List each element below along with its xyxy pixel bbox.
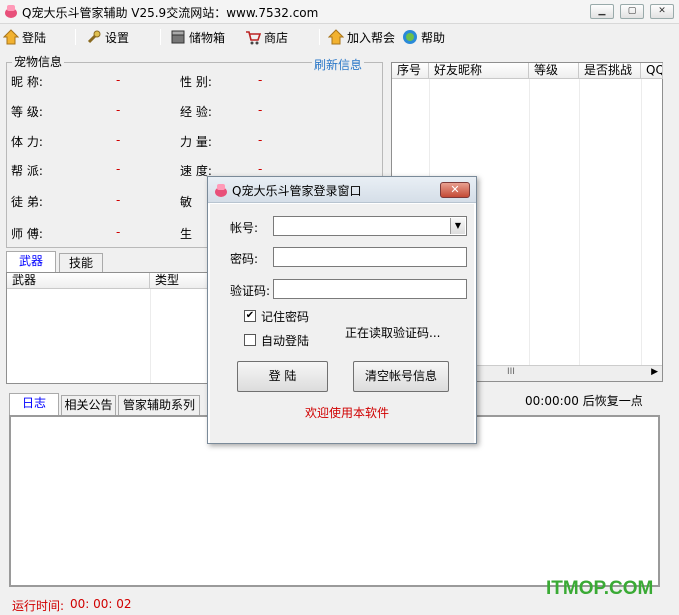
toolbar: 登陆 设置 储物箱 商店 加入帮会 帮助: [0, 24, 679, 50]
pet-nickname-label: 昵 称:: [11, 75, 43, 89]
maximize-button[interactable]: ▢: [620, 4, 644, 19]
pet-guild-label: 帮 派:: [11, 164, 43, 178]
help-icon: [403, 30, 417, 44]
account-combobox[interactable]: ▼: [273, 216, 467, 236]
scroll-right-arrow-icon[interactable]: ▶: [651, 367, 658, 377]
auto-login-checkbox[interactable]: [244, 334, 256, 346]
pet-exp-label: 经 验:: [180, 105, 212, 119]
login-dialog-titlebar: Q宠大乐斗管家登录窗口 ✕: [208, 177, 476, 203]
wrench-icon: [87, 30, 101, 44]
minimize-button[interactable]: ▁: [590, 4, 614, 19]
login-dialog-title: Q宠大乐斗管家登录窗口: [232, 184, 362, 198]
toolbar-help-button[interactable]: 帮助: [402, 27, 445, 47]
friends-grid-line: [579, 79, 580, 365]
tab-weapons[interactable]: 武器: [6, 251, 56, 273]
toolbar-join-guild-label: 加入帮会: [347, 30, 396, 45]
friends-col-level[interactable]: 等级: [529, 63, 579, 79]
pet-master-value: -: [116, 225, 121, 239]
friends-grid-line: [641, 79, 642, 365]
refresh-info-link[interactable]: 刷新信息: [312, 56, 365, 73]
login-button[interactable]: 登 陆: [237, 361, 328, 392]
friends-col-index[interactable]: 序号: [392, 63, 429, 79]
pet-info-title: 宠物信息: [12, 53, 65, 70]
pet-stamina-value: -: [116, 133, 121, 147]
toolbar-settings-button[interactable]: 设置: [86, 27, 129, 47]
password-field[interactable]: [273, 247, 467, 267]
auto-login-label[interactable]: 自动登陆: [261, 332, 309, 349]
pet-gender-label: 性 别:: [180, 75, 212, 89]
login-dialog: Q宠大乐斗管家登录窗口 ✕ 帐号: ▼ 密码: 验证码: ✔ 记住密码 自动登陆…: [207, 176, 477, 444]
account-label: 帐号:: [230, 221, 259, 235]
friends-grid-line: [529, 79, 530, 365]
toolbar-login-label: 登陆: [22, 30, 47, 45]
scroll-thumb-grip[interactable]: III: [507, 367, 515, 377]
clear-account-button[interactable]: 清空帐号信息: [353, 361, 449, 392]
pet-gender-value: -: [258, 73, 263, 87]
guild-icon: [328, 29, 344, 45]
pet-apprentice-label: 徒 弟:: [11, 195, 43, 209]
tab-log[interactable]: 日志: [9, 393, 59, 415]
captcha-loading-status: 正在读取验证码...: [345, 326, 441, 340]
window-title: Q宠大乐斗管家辅助 V25.9交流网站：www.7532.com: [22, 6, 319, 20]
friends-col-qq[interactable]: QQ: [641, 63, 663, 79]
close-window-button[interactable]: ✕: [650, 4, 674, 19]
toolbar-join-guild-button[interactable]: 加入帮会: [328, 27, 395, 47]
pet-level-value: -: [116, 103, 121, 117]
pet-speed-value: -: [258, 162, 263, 176]
runtime-label: 运行时间:: [12, 599, 65, 613]
title-bar: Q宠大乐斗管家辅助 V25.9交流网站：www.7532.com ▁ ▢ ✕: [0, 0, 679, 24]
app-logo-icon: [215, 184, 227, 197]
friends-col-nickname[interactable]: 好友昵称: [429, 63, 529, 79]
pet-agility-label: 敏: [180, 195, 193, 209]
toolbar-storage-label: 储物箱: [189, 30, 226, 45]
toolbar-separator: [319, 29, 320, 45]
restore-timer-text: 00:00:00 后恢复一点: [525, 394, 643, 408]
runtime-value: 00: 00: 02: [70, 597, 132, 611]
login-icon: [3, 29, 19, 45]
toolbar-settings-label: 设置: [105, 30, 130, 45]
password-label: 密码:: [230, 252, 259, 266]
pet-strength-label: 力 量:: [180, 135, 212, 149]
pet-apprentice-value: -: [116, 193, 121, 207]
login-dialog-close-button[interactable]: ✕: [440, 182, 470, 198]
weapons-grid-line: [150, 289, 151, 383]
toolbar-separator: [160, 29, 161, 45]
pet-level-label: 等 级:: [11, 105, 43, 119]
shop-icon: [246, 31, 261, 45]
weapons-col-weapon[interactable]: 武器: [7, 273, 150, 289]
toolbar-login-button[interactable]: 登陆: [3, 27, 46, 47]
captcha-label: 验证码:: [230, 284, 271, 298]
tab-helper-series[interactable]: 管家辅助系列: [118, 395, 200, 415]
toolbar-shop-button[interactable]: 商店: [245, 27, 288, 47]
toolbar-shop-label: 商店: [264, 30, 289, 45]
pet-nickname-value: -: [116, 73, 121, 87]
pet-master-label: 师 傅:: [11, 227, 43, 241]
watermark: ITMOP.COM: [546, 578, 654, 599]
tab-skills[interactable]: 技能: [59, 253, 103, 273]
login-dialog-body: 帐号: ▼ 密码: 验证码: ✔ 记住密码 自动登陆 正在读取验证码... 登 …: [210, 204, 474, 443]
welcome-text: 欢迎使用本软件: [305, 406, 390, 420]
chevron-down-icon[interactable]: ▼: [450, 218, 465, 234]
storage-icon: [171, 30, 185, 44]
tab-announcements[interactable]: 相关公告: [61, 395, 116, 415]
toolbar-separator: [75, 29, 76, 45]
toolbar-storage-button[interactable]: 储物箱: [170, 27, 225, 47]
friends-col-challenge[interactable]: 是否挑战: [579, 63, 641, 79]
remember-password-label[interactable]: 记住密码: [261, 308, 309, 325]
pet-life-label: 生: [180, 227, 193, 241]
captcha-field[interactable]: [273, 279, 467, 299]
pet-stamina-label: 体 力:: [11, 135, 43, 149]
remember-password-checkbox[interactable]: ✔: [244, 310, 256, 322]
pet-guild-value: -: [116, 162, 121, 176]
pet-strength-value: -: [258, 133, 263, 147]
pet-exp-value: -: [258, 103, 263, 117]
app-logo-icon: [5, 5, 17, 18]
toolbar-help-label: 帮助: [421, 30, 446, 45]
